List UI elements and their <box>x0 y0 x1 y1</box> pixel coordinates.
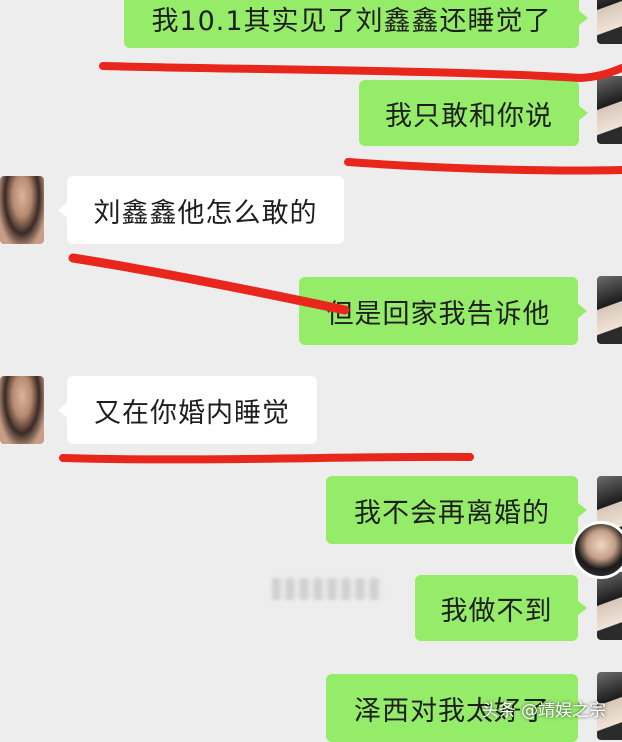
annotation-underlines <box>59 62 622 464</box>
red-underline-1 <box>99 62 622 83</box>
watermark: 头条 @靖娱之宗 <box>481 701 606 721</box>
red-underline-3 <box>68 253 350 315</box>
red-underline-2 <box>344 158 622 175</box>
red-underline-4 <box>59 452 474 464</box>
